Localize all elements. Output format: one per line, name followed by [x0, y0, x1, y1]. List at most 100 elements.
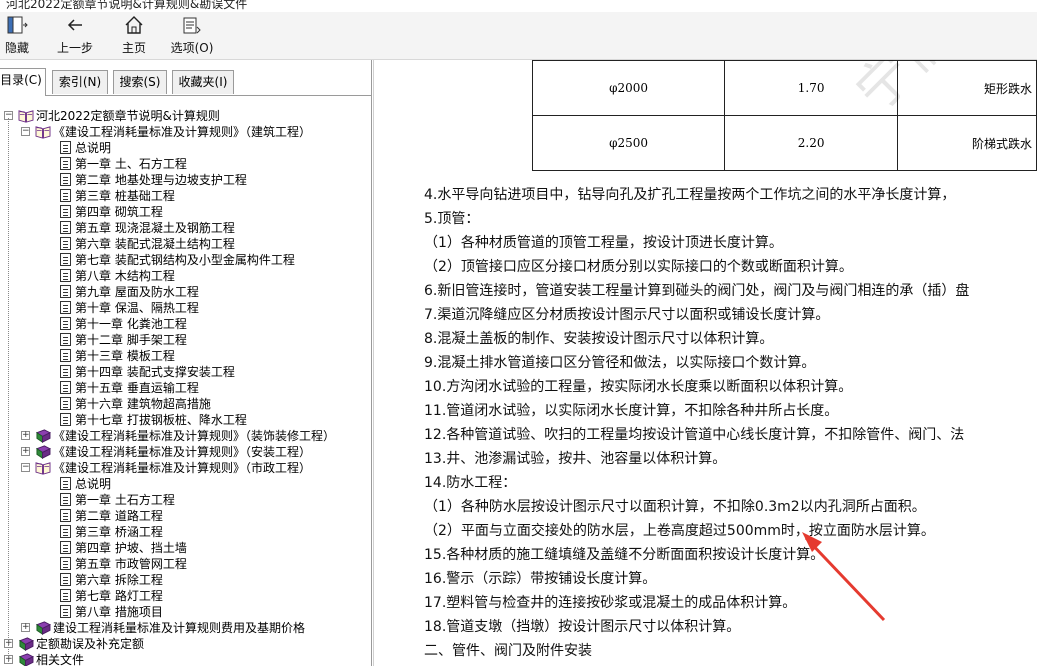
tree-item-label: 第五章 市政管网工程 [75, 557, 187, 571]
tree-item[interactable]: 第二章 道路工程 [0, 508, 372, 524]
expand-icon[interactable]: + [21, 447, 30, 456]
tree-item-label: 第十三章 模板工程 [75, 349, 175, 363]
tree-item-label: 第六章 拆除工程 [75, 573, 163, 587]
page-icon [60, 605, 71, 618]
tab-favorites[interactable]: 收藏夹(I) [172, 70, 234, 94]
page-icon [60, 317, 71, 330]
back-button[interactable]: 上一步 [55, 14, 95, 58]
tree-item[interactable]: 第五章 市政管网工程 [0, 556, 372, 572]
tree-item[interactable]: 第十二章 脚手架工程 [0, 332, 372, 348]
tree-item[interactable]: 第七章 路灯工程 [0, 588, 372, 604]
tree-guide-line [8, 118, 9, 662]
tree-item[interactable]: 第一章 土、石方工程 [0, 156, 372, 172]
nav-tabs: 目录(C) 索引(N) 搜索(S) 收藏夹(I) [0, 68, 372, 96]
window-titlebar: 河北2022定额章节说明&计算规则&勘误文件 [0, 0, 1037, 12]
page-icon [60, 285, 71, 298]
tree-folder-building[interactable]: − 《建设工程消耗量标准及计算规则》（建筑工程） [0, 124, 372, 140]
home-button[interactable]: 主页 [119, 14, 149, 58]
tree-folder-related[interactable]: + 相关文件 [0, 652, 372, 666]
content-pane: φ2000 1.70 矩形跌水 φ2500 2.20 阶梯式跌水 宁信息 4.水… [373, 60, 1037, 666]
tree-item[interactable]: 第六章 拆除工程 [0, 572, 372, 588]
tab-divider [0, 95, 372, 96]
open-book-icon [35, 126, 51, 139]
tree-item[interactable]: 第十七章 打拔钢板桩、降水工程 [0, 412, 372, 428]
tree-item[interactable]: 第十一章 化粪池工程 [0, 316, 372, 332]
page-icon [60, 573, 71, 586]
page-icon [60, 397, 71, 410]
tab-index[interactable]: 索引(N) [52, 70, 108, 94]
tree-item[interactable]: 第八章 措施项目 [0, 604, 372, 620]
collapse-icon[interactable]: − [21, 127, 30, 136]
tree-item-label: 河北2022定额章节说明&计算规则 [36, 109, 220, 123]
tree-item[interactable]: 第八章 木结构工程 [0, 268, 372, 284]
tree-item-label: 第一章 土、石方工程 [75, 157, 187, 171]
page-icon [60, 349, 71, 362]
tree-item[interactable]: 第十三章 模板工程 [0, 348, 372, 364]
tree-folder-installation[interactable]: + 《建设工程消耗量标准及计算规则》（安装工程） [0, 444, 372, 460]
page-icon [60, 221, 71, 234]
page-icon [60, 413, 71, 426]
page-icon [60, 141, 71, 154]
options-icon [183, 17, 201, 34]
tree-item-label: 《建设工程消耗量标准及计算规则》（装饰装修工程） [53, 429, 336, 443]
tree-item-label: 总说明 [75, 141, 112, 155]
tree-item[interactable]: 第二章 地基处理与边坡支护工程 [0, 172, 372, 188]
page-icon [60, 189, 71, 202]
tree-item-label: 第三章 桥涵工程 [75, 525, 163, 539]
tree-item[interactable]: 总说明 [0, 476, 372, 492]
tab-contents[interactable]: 目录(C) [0, 68, 46, 96]
tree-item-label: 第四章 护坡、挡土墙 [75, 541, 187, 555]
expand-icon[interactable]: + [21, 431, 30, 440]
tree-item-label: 第六章 装配式混凝土结构工程 [75, 237, 235, 251]
collapse-icon[interactable]: − [21, 463, 30, 472]
tree-item[interactable]: 第一章 土石方工程 [0, 492, 372, 508]
page-icon [60, 509, 71, 522]
expand-icon[interactable]: + [21, 623, 30, 632]
page-icon [60, 301, 71, 314]
contents-tree: − 河北2022定额章节说明&计算规则 − 《建设工程消耗量标准及计算规则》（建筑工程… [0, 104, 372, 666]
tree-item-label: 第八章 木结构工程 [75, 269, 175, 283]
tree-item-label: 相关文件 [36, 653, 85, 666]
page-icon [60, 557, 71, 570]
tree-item[interactable]: 第十章 保温、隔热工程 [0, 300, 372, 316]
tree-item-label: 第二章 道路工程 [75, 509, 163, 523]
tree-item-label: 总说明 [75, 477, 112, 491]
tree-item[interactable]: 第十六章 建筑物超高措施 [0, 396, 372, 412]
tree-item[interactable]: 第七章 装配式钢结构及小型金属构件工程 [0, 252, 372, 268]
tree-item[interactable]: 第四章 砌筑工程 [0, 204, 372, 220]
tree-item[interactable]: 第三章 桩基础工程 [0, 188, 372, 204]
tree-item[interactable]: 第十五章 垂直运输工程 [0, 380, 372, 396]
tree-folder-municipal[interactable]: − 《建设工程消耗量标准及计算规则》（市政工程） [0, 460, 372, 476]
tree-item[interactable]: 第四章 护坡、挡土墙 [0, 540, 372, 556]
tree-folder-decoration[interactable]: + 《建设工程消耗量标准及计算规则》（装饰装修工程） [0, 428, 372, 444]
tree-folder-fees[interactable]: + 建设工程消耗量标准及计算规则费用及基期价格 [0, 620, 372, 636]
tree-item-label: 第五章 现浇混凝土及钢筋工程 [75, 221, 235, 235]
tree-item[interactable]: 第十四章 装配式支撑安装工程 [0, 364, 372, 380]
page-icon [60, 205, 71, 218]
tree-item-label: 第一章 土石方工程 [75, 493, 175, 507]
open-book-icon [35, 462, 51, 475]
book-icon [35, 621, 51, 635]
book-icon [35, 429, 51, 443]
tree-item[interactable]: 第三章 桥涵工程 [0, 524, 372, 540]
open-book-icon [18, 110, 34, 123]
page-icon [60, 381, 71, 394]
toolbar: 隐藏 上一步 主页 选项(O) [0, 12, 1037, 60]
tree-item-label: 第十七章 打拔钢板桩、降水工程 [75, 413, 247, 427]
page-icon [60, 157, 71, 170]
tree-folder-errata[interactable]: + 定额勘误及补充定额 [0, 636, 372, 652]
hide-button[interactable]: 隐藏 [4, 14, 30, 58]
tree-item-label: 第二章 地基处理与边坡支护工程 [75, 173, 247, 187]
tree-item-label: 第七章 装配式钢结构及小型金属构件工程 [75, 253, 295, 267]
page-icon [60, 173, 71, 186]
tree-item[interactable]: 第九章 屋面及防水工程 [0, 284, 372, 300]
page-icon [60, 477, 71, 490]
tree-item[interactable]: 第六章 装配式混凝土结构工程 [0, 236, 372, 252]
tab-search[interactable]: 搜索(S) [113, 70, 167, 94]
tree-item[interactable]: 第五章 现浇混凝土及钢筋工程 [0, 220, 372, 236]
page-icon [60, 253, 71, 266]
tree-root[interactable]: − 河北2022定额章节说明&计算规则 [0, 108, 372, 124]
options-button[interactable]: 选项(O) [168, 14, 216, 58]
tree-item-label: 第九章 屋面及防水工程 [75, 285, 199, 299]
tree-item[interactable]: 总说明 [0, 140, 372, 156]
